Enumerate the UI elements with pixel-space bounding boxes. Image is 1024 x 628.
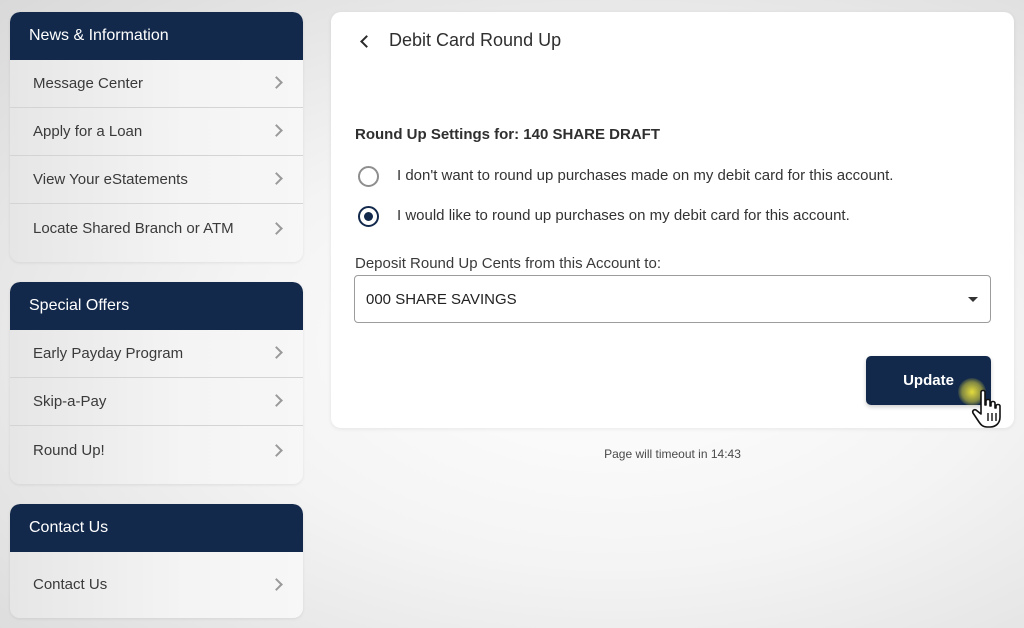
sidebar-item-early-payday[interactable]: Early Payday Program <box>10 330 303 378</box>
option-label: I don't want to round up purchases made … <box>397 167 894 184</box>
chevron-right-icon <box>270 444 283 457</box>
chevron-right-icon <box>270 124 283 137</box>
sidebar-item-round-up[interactable]: Round Up! <box>10 426 303 484</box>
caret-down-icon <box>968 297 978 302</box>
settings-label: Round Up Settings for: 140 SHARE DRAFT <box>355 126 661 143</box>
deposit-account-label: Deposit Round Up Cents from this Account… <box>355 255 661 272</box>
chevron-right-icon <box>270 394 283 407</box>
panel-header-contact-us: Contact Us <box>10 504 303 552</box>
contact-us-panel: Contact Us Contact Us <box>10 504 303 618</box>
sidebar-item-label: View Your eStatements <box>33 171 188 188</box>
panel-header-special-offers: Special Offers <box>10 282 303 330</box>
special-offers-panel: Special Offers Early Payday Program Skip… <box>10 282 303 484</box>
sidebar-item-contact-us[interactable]: Contact Us <box>10 552 303 618</box>
radio-checked[interactable] <box>358 206 379 227</box>
deposit-account-value: 000 SHARE SAVINGS <box>366 291 517 308</box>
chevron-right-icon <box>270 222 283 235</box>
chevron-right-icon <box>270 578 283 591</box>
sidebar-item-label: Early Payday Program <box>33 345 184 362</box>
chevron-right-icon <box>270 76 283 89</box>
option-round-up[interactable]: I would like to round up purchases on my… <box>358 206 958 228</box>
sidebar-item-label: Skip-a-Pay <box>33 393 107 410</box>
sidebar-item-label: Round Up! <box>33 442 105 459</box>
back-chevron-icon[interactable] <box>360 35 373 48</box>
sidebar-item-estatements[interactable]: View Your eStatements <box>10 156 303 204</box>
sidebar-item-skip-a-pay[interactable]: Skip-a-Pay <box>10 378 303 426</box>
radio-unchecked[interactable] <box>358 166 379 187</box>
sidebar-item-locate-branch-atm[interactable]: Locate Shared Branch or ATM <box>10 204 303 262</box>
chevron-right-icon <box>270 172 283 185</box>
sidebar: News & Information Message Center Apply … <box>10 12 303 628</box>
sidebar-item-apply-loan[interactable]: Apply for a Loan <box>10 108 303 156</box>
session-timeout-text: Page will timeout in 14:43 <box>604 447 741 461</box>
chevron-right-icon <box>270 346 283 359</box>
sidebar-item-label: Message Center <box>33 75 144 92</box>
sidebar-item-label: Apply for a Loan <box>33 123 143 140</box>
sidebar-item-message-center[interactable]: Message Center <box>10 60 303 108</box>
option-label: I would like to round up purchases on my… <box>397 207 850 224</box>
panel-header-news-information: News & Information <box>10 12 303 60</box>
option-no-round-up[interactable]: I don't want to round up purchases made … <box>358 166 958 188</box>
deposit-account-select[interactable]: 000 SHARE SAVINGS <box>354 275 991 323</box>
sidebar-item-label: Locate Shared Branch or ATM <box>33 220 234 237</box>
hand-pointer-icon <box>971 389 1001 428</box>
sidebar-item-label: Contact Us <box>33 576 108 593</box>
page-title: Debit Card Round Up <box>389 30 562 50</box>
round-up-settings-card: Debit Card Round Up Round Up Settings fo… <box>331 12 1014 428</box>
news-information-panel: News & Information Message Center Apply … <box>10 12 303 262</box>
